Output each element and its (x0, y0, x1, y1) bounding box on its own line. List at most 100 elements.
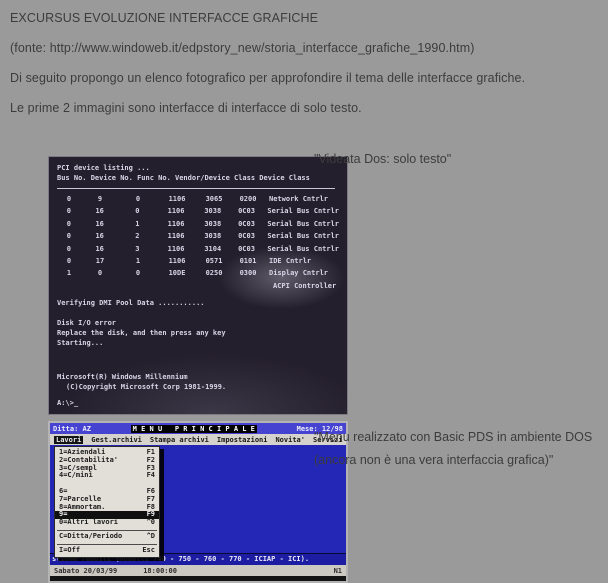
cell-device: 16 (81, 230, 119, 242)
pci-device-table: 0 9 0 1106 3065 0200 Network Cntrlr 0 16… (57, 193, 339, 280)
cell-name: Serial Bus Cntrlr (267, 243, 339, 255)
cell-devid: 0571 (197, 255, 231, 267)
dropdown-item-label: 4=C/mini (59, 472, 93, 480)
dropdown-item-key: ^D (147, 533, 155, 541)
cell-bus: 0 (57, 230, 81, 242)
disk-error-line: Disk I/O error (57, 318, 339, 328)
table-row: 0 16 0 1106 3038 0C03 Serial Bus Cntrlr (57, 205, 339, 217)
cell-name: Network Cntrlr (269, 193, 328, 205)
cell-name: IDE Cntrlr (269, 255, 311, 267)
page-title: EXCURSUS EVOLUZIONE INTERFACCE GRAFICHE (10, 11, 600, 26)
verifying-line: Verifying DMI Pool Data ........... (57, 298, 339, 308)
cell-device: 16 (81, 205, 119, 217)
source-line: (fonte: http://www.windoweb.it/edpstory_… (10, 41, 600, 56)
copyright-line: (C)Copyright Microsoft Corp 1981-1999. (57, 382, 339, 392)
cell-vendor: 1106 (156, 205, 196, 217)
dropdown-item-key: Esc (142, 547, 155, 555)
dropdown-item (55, 480, 159, 488)
table-row: 0 16 1 1106 3038 0C03 Serial Bus Cntrlr (57, 218, 339, 230)
menu-item: Impostazioni (217, 436, 268, 444)
caption-dos-screen: "Videata Dos: solo testo" (314, 148, 604, 171)
cell-bus: 0 (57, 243, 81, 255)
pci-table-header: Bus No. Device No. Func No. Vendor/Devic… (57, 173, 339, 183)
dropdown-item (57, 528, 157, 531)
dropdown-item-label: I=Off (59, 547, 80, 555)
cell-func: 0 (119, 267, 157, 279)
cell-devid: 3065 (197, 193, 231, 205)
company-label: Ditta: AZ (53, 425, 91, 433)
cell-devid: 3038 (196, 230, 230, 242)
cell-devid: 3038 (196, 218, 230, 230)
cell-class: 0C03 (230, 205, 264, 217)
status-indicator: N1 (334, 567, 342, 575)
cell-vendor: 1106 (157, 255, 197, 267)
status-date: Sabato 20/03/99 (54, 567, 117, 575)
pds-titlebar: Ditta: AZ M E N U P R I N C I P A L E Me… (50, 423, 346, 434)
dropdown-item-label: C=Ditta/Periodo (59, 533, 122, 541)
cell-name: Serial Bus Cntrlr (267, 218, 339, 230)
starting-line: Starting... (57, 338, 339, 348)
document-text-block: EXCURSUS EVOLUZIONE INTERFACCE GRAFICHE … (10, 11, 600, 131)
cell-class: 0C03 (230, 230, 264, 242)
cell-device: 9 (81, 193, 119, 205)
status-time: 18:00:00 (143, 567, 177, 575)
dos-prompt: A:\>_ (57, 398, 339, 408)
document-page: { "doc": { "title": "EXCURSUS EVOLUZIONE… (0, 0, 608, 582)
menu-item: Novita' (275, 436, 305, 444)
menu-item: Stampa archivi (150, 436, 209, 444)
dropdown-item-label: 0=Altri lavori (59, 519, 118, 527)
pci-listing-title: PCI device listing ... (57, 163, 339, 173)
menu-item: Lavori (54, 436, 83, 444)
cell-name: Serial Bus Cntrlr (267, 205, 339, 217)
dropdown-item-key: F4 (147, 472, 155, 480)
spacer (57, 308, 339, 318)
table-row: 0 16 2 1106 3038 0C03 Serial Bus Cntrlr (57, 230, 339, 242)
pds-menubar: Lavori Gest.archivi Stampa archivi Impos… (50, 434, 346, 445)
cell-vendor: 1106 (157, 193, 197, 205)
replace-disk-line: Replace the disk, and then press any key (57, 328, 339, 338)
cell-func: 2 (119, 230, 157, 242)
dropdown-item (57, 542, 157, 545)
cell-func: 0 (119, 193, 157, 205)
cell-class: 0C03 (230, 243, 264, 255)
cell-func: 1 (119, 255, 157, 267)
pds-screenshot-image: Ditta: AZ M E N U P R I N C I P A L E Me… (48, 421, 348, 583)
cell-name: Display Cntrlr (269, 267, 328, 279)
cell-bus: 0 (57, 193, 81, 205)
cell-device: 16 (81, 243, 119, 255)
cell-func: 0 (119, 205, 157, 217)
table-row: 0 9 0 1106 3065 0200 Network Cntrlr (57, 193, 339, 205)
table-row: 1 0 0 10DE 0250 0300 Display Cntrlr (57, 267, 339, 279)
cell-vendor: 1106 (156, 243, 196, 255)
caption-pds-line2: (ancora non è una vera interfaccia grafi… (314, 449, 604, 472)
table-divider (57, 188, 335, 189)
main-menu-title: M E N U P R I N C I P A L E (131, 425, 257, 433)
cell-bus: 0 (57, 218, 81, 230)
cell-devid: 0250 (197, 267, 231, 279)
cell-func: 1 (119, 218, 157, 230)
cell-vendor: 1106 (156, 218, 196, 230)
table-row: 0 17 1 1106 0571 0101 IDE Cntrlr (57, 255, 339, 267)
cell-vendor: 10DE (157, 267, 197, 279)
dropdown-item: 0=Altri lavori ^0 (55, 519, 159, 527)
cell-device: 17 (81, 255, 119, 267)
cell-class: 0300 (231, 267, 265, 279)
cell-vendor: 1106 (156, 230, 196, 242)
microsoft-line: Microsoft(R) Windows Millennium (57, 372, 339, 382)
dropdown-item: C=Ditta/Periodo ^D (55, 533, 159, 541)
cell-bus: 0 (57, 255, 81, 267)
photo-bottom-edge (50, 576, 346, 581)
dropdown-item: I=Off Esc (55, 547, 159, 555)
pds-statusbar: Sabato 20/03/99 18:00:00 N1 (50, 565, 346, 576)
spacer (57, 348, 339, 372)
cell-device: 0 (81, 267, 119, 279)
dos-screenshot-image: PCI device listing ... Bus No. Device No… (48, 156, 348, 415)
menu-item: Gest.archivi (91, 436, 142, 444)
cell-class: 0C03 (230, 218, 264, 230)
cell-class: 0200 (231, 193, 265, 205)
cell-name: Serial Bus Cntrlr (267, 230, 339, 242)
lavori-dropdown-menu: 1=Aziendali F1 2=Contabilita' F2 3=C/sem… (54, 446, 160, 558)
cell-devid: 3038 (196, 205, 230, 217)
caption-pds-screen: "Menu realizzato con Basic PDS in ambien… (314, 426, 604, 472)
table-row: 0 16 3 1106 3104 0C03 Serial Bus Cntrlr (57, 243, 339, 255)
